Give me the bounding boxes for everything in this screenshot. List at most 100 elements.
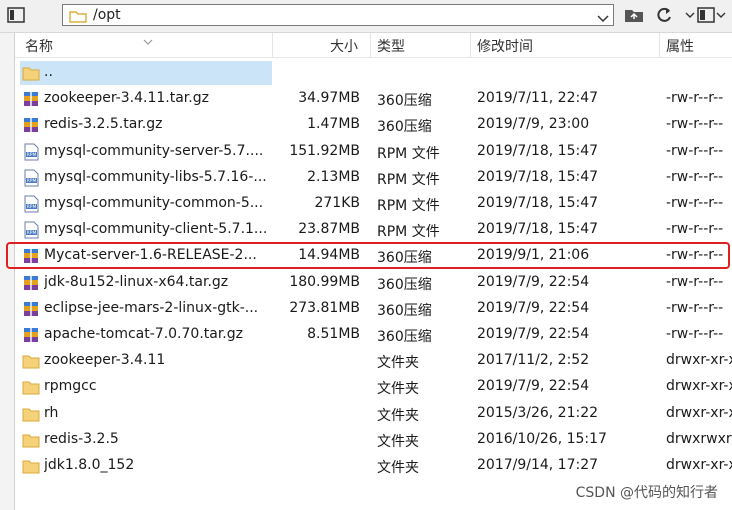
- file-modified: 2019/7/9, 22:54: [477, 273, 590, 290]
- file-row[interactable]: RPM mysql-community-common-5... 271KB RPM 文…: [15, 191, 732, 217]
- folder-icon: [22, 431, 40, 449]
- column-header-modified[interactable]: 修改时间: [477, 36, 533, 56]
- navigation-pane-edge: [0, 33, 15, 510]
- file-size: 180.99MB: [289, 273, 360, 290]
- file-name: eclipse-jee-mars-2-linux-gtk-...: [44, 299, 259, 316]
- folder-icon: [22, 378, 40, 396]
- file-modified: 2019/7/9, 22:54: [477, 299, 590, 316]
- file-attributes: drwxr-xr-x: [666, 404, 732, 421]
- file-modified: 2019/7/9, 22:54: [477, 326, 590, 342]
- file-name: rh: [44, 404, 59, 421]
- file-type: 文件夹: [377, 433, 419, 450]
- file-name: rpmgcc: [44, 378, 97, 395]
- file-row[interactable]: jdk-8u152-linux-x64.tar.gz 180.99MB 360压缩 2…: [15, 270, 732, 296]
- file-modified: 2017/11/2, 2:52: [477, 352, 590, 369]
- file-name: ..: [44, 64, 53, 80]
- file-row[interactable]: jdk1.8.0_152 文件夹 2017/9/14, 17:27 drwxr-xr-…: [15, 453, 732, 479]
- file-modified: 2017/9/14, 17:27: [477, 457, 599, 473]
- file-row[interactable]: RPM mysql-community-libs-5.7.16-... 2.13MB…: [15, 165, 732, 191]
- folder-icon: [22, 352, 40, 370]
- go-parent-folder-icon[interactable]: [622, 4, 646, 26]
- path-input[interactable]: /opt: [62, 4, 614, 26]
- refresh-icon[interactable]: [652, 4, 676, 26]
- file-row[interactable]: eclipse-jee-mars-2-linux-gtk-... 273.81MB…: [15, 296, 732, 322]
- file-modified: 2016/10/26, 15:17: [477, 430, 607, 447]
- svg-text:RPM: RPM: [27, 204, 37, 210]
- file-type: RPM 文件: [377, 224, 440, 241]
- archive-icon: [22, 300, 40, 318]
- file-attributes: -rw-r--r--: [666, 116, 724, 133]
- file-type: RPM 文件: [377, 198, 440, 214]
- file-type: RPM 文件: [377, 171, 440, 188]
- archive-icon: [22, 274, 40, 292]
- file-attributes: -rw-r--r--: [666, 273, 724, 290]
- file-type: 文件夹: [377, 381, 419, 398]
- file-name: jdk1.8.0_152: [44, 457, 135, 473]
- file-row[interactable]: zookeeper-3.4.11.tar.gz 34.97MB 360压缩 2019/…: [15, 86, 732, 112]
- column-header-type[interactable]: 类型: [377, 36, 405, 56]
- svg-text:RPM: RPM: [27, 152, 37, 158]
- file-modified: 2019/7/18, 15:47: [477, 142, 599, 159]
- file-attributes: -rw-r--r--: [666, 90, 724, 107]
- file-row[interactable]: apache-tomcat-7.0.70.tar.gz 8.51MB 360压缩 20…: [15, 322, 732, 348]
- file-list-header: 名称 大小 类型 修改时间 属性: [15, 33, 732, 58]
- file-attributes: drwxr-xr-x: [666, 352, 732, 369]
- file-name: apache-tomcat-7.0.70.tar.gz: [44, 326, 243, 342]
- file-name: mysql-community-libs-5.7.16-...: [44, 168, 267, 185]
- file-row[interactable]: rh 文件夹 2015/3/26, 21:22 drwxr-xr-x: [15, 401, 732, 427]
- file-attributes: -rw-r--r--: [666, 142, 724, 159]
- file-type: 文件夹: [377, 460, 419, 476]
- file-modified: 2019/7/9, 22:54: [477, 378, 590, 395]
- file-row[interactable]: redis-3.2.5 文件夹 2016/10/26, 15:17 drwxrwxrw…: [15, 427, 732, 453]
- column-header-size[interactable]: 大小: [330, 36, 358, 56]
- file-name: jdk-8u152-linux-x64.tar.gz: [44, 273, 229, 290]
- chevron-down-icon[interactable]: [597, 9, 609, 28]
- file-modified: 2019/7/18, 15:47: [477, 221, 599, 238]
- file-row[interactable]: ..: [15, 60, 732, 86]
- svg-text:RPM: RPM: [27, 230, 37, 236]
- toolbar: /opt: [0, 0, 732, 33]
- path-text: /opt: [93, 7, 121, 23]
- archive-icon: [22, 116, 40, 134]
- rpm-file-icon: RPM: [22, 195, 40, 213]
- file-row[interactable]: RPM mysql-community-server-5.7.... 151.92M…: [15, 139, 732, 165]
- rpm-file-icon: RPM: [22, 143, 40, 161]
- column-header-name[interactable]: 名称: [25, 36, 53, 56]
- file-modified: 2019/7/18, 15:47: [477, 168, 599, 185]
- file-type: 360压缩: [377, 302, 432, 319]
- file-modified: 2019/7/9, 23:00: [477, 116, 590, 133]
- file-row[interactable]: redis-3.2.5.tar.gz 1.47MB 360压缩 2019/7/9, 2…: [15, 112, 732, 138]
- folder-icon: [22, 64, 40, 82]
- file-attributes: -rw-r--r--: [666, 299, 724, 316]
- file-attributes: -rw-r--r--: [666, 168, 724, 185]
- chevron-down-icon[interactable]: [714, 4, 728, 26]
- file-row[interactable]: zookeeper-3.4.11 文件夹 2017/11/2, 2:52 drwxr-…: [15, 348, 732, 374]
- file-modified: 2019/7/18, 15:47: [477, 195, 599, 211]
- file-type: 文件夹: [377, 355, 419, 372]
- archive-icon: [22, 326, 40, 344]
- file-name: zookeeper-3.4.11: [44, 352, 166, 369]
- file-name: redis-3.2.5: [44, 430, 119, 447]
- file-modified: 2019/7/11, 22:47: [477, 90, 599, 107]
- rpm-file-icon: RPM: [22, 221, 40, 239]
- file-attributes: -rw-r--r--: [666, 221, 724, 238]
- file-type: 360压缩: [377, 93, 432, 110]
- file-row[interactable]: RPM mysql-community-client-5.7.1... 23.87M…: [15, 217, 732, 243]
- archive-icon: [22, 90, 40, 108]
- file-attributes: -rw-r--r--: [666, 326, 724, 342]
- file-size: 151.92MB: [289, 142, 360, 159]
- file-name: zookeeper-3.4.11.tar.gz: [44, 90, 209, 107]
- file-type: 文件夹: [377, 407, 419, 424]
- svg-text:RPM: RPM: [27, 178, 37, 184]
- folder-icon: [69, 8, 87, 27]
- highlight-box: [6, 242, 730, 269]
- panel-toggle-icon[interactable]: [4, 4, 28, 26]
- column-header-attributes[interactable]: 属性: [666, 36, 694, 56]
- file-name: mysql-community-server-5.7....: [44, 142, 264, 159]
- file-attributes: drwxrwxrwx: [666, 430, 732, 447]
- sort-chevron-icon: [143, 31, 153, 50]
- file-row[interactable]: rpmgcc 文件夹 2019/7/9, 22:54 drwxr-xr-x: [15, 374, 732, 400]
- file-attributes: -rw-r--r--: [666, 195, 724, 211]
- file-type: 360压缩: [377, 276, 432, 293]
- rpm-file-icon: RPM: [22, 169, 40, 187]
